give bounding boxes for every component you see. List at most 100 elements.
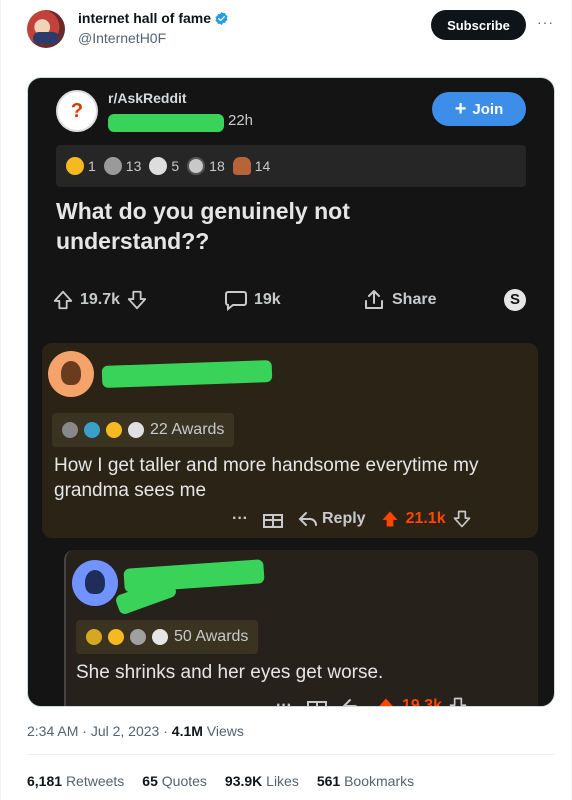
comment-card-reply: 50 Awards She shrinks and her eyes get w…	[64, 550, 538, 707]
separator: ·	[163, 723, 168, 739]
tweet-timestamp: 2:34 AM · Jul 2, 2023 · 4.1M Views	[27, 723, 244, 739]
downvote-arrow-icon	[449, 697, 467, 706]
subreddit-icon: ?	[56, 90, 98, 132]
comment-vote-count: 19.3k	[401, 697, 443, 707]
reply-arrow-icon	[298, 512, 317, 526]
upvote-filled-icon	[382, 511, 398, 527]
post-comment-count: 19k	[254, 291, 281, 308]
downvote-arrow-icon	[453, 510, 470, 528]
award-count: 18	[209, 158, 225, 174]
post-vote-group: 19.7k	[52, 289, 148, 311]
comment-card: 22 Awards How I get taller and more hand…	[42, 343, 538, 538]
engagement-stats: 6,181 Retweets 65 Quotes 93.9K Likes 561…	[27, 773, 414, 789]
subscribe-button[interactable]: Subscribe	[431, 10, 526, 40]
author-avatar[interactable]	[27, 10, 65, 48]
tweet-media-image[interactable]: ? r/AskReddit 22h + Join 1 13 5 18 14 Wh…	[27, 77, 555, 707]
tweet-time: 2:34 AM	[27, 723, 79, 739]
likes-label: Likes	[266, 773, 299, 789]
commenter-avatar	[72, 560, 118, 606]
award-count: 1	[88, 158, 96, 174]
reply-label: Reply	[321, 510, 366, 527]
comment-text: She shrinks and her eyes get worse.	[76, 662, 384, 683]
award-icon	[84, 422, 100, 438]
quotes-label: Quotes	[161, 773, 207, 789]
tweet-time-link[interactable]: 2:34 AM · Jul 2, 2023	[27, 723, 159, 739]
author-handle[interactable]: @InternetH0F	[78, 30, 166, 46]
downvote-arrow-icon	[127, 290, 147, 310]
gold-award-icon	[106, 422, 122, 438]
comment-awards-label: 22 Awards	[150, 421, 225, 438]
separator: ·	[82, 723, 87, 739]
divider	[27, 754, 555, 755]
award-icon	[152, 629, 168, 645]
comment-actions: ··· 19.3k	[276, 696, 468, 707]
award-icon	[62, 422, 78, 438]
quotes-count: 65	[142, 773, 158, 789]
award-icon	[86, 629, 102, 645]
wholesome-award-icon	[128, 422, 144, 438]
more-options-icon[interactable]: ···	[537, 14, 554, 30]
award-gift-icon	[306, 701, 327, 706]
comment-bubble-icon	[225, 291, 247, 311]
comment-awards-label: 50 Awards	[174, 628, 249, 645]
reply-group: Reply	[298, 510, 366, 528]
plus-icon: +	[454, 98, 467, 120]
reply-arrow-icon	[342, 699, 358, 706]
commenter-avatar	[48, 351, 94, 397]
gold-award-icon	[108, 629, 124, 645]
comment-vote-count: 21.1k	[405, 510, 446, 527]
author-name-row[interactable]: internet hall of fame	[78, 10, 229, 26]
tweet-card: internet hall of fame @InternetH0F Subsc…	[0, 0, 572, 800]
comment-awards-pill: 50 Awards	[76, 620, 259, 654]
comment-text: How I get taller and more handsome every…	[54, 455, 479, 501]
bookmarks-label: Bookmarks	[344, 773, 415, 789]
likes-stat[interactable]: 93.9K Likes	[225, 773, 299, 789]
views-count: 4.1M	[171, 723, 203, 739]
award-item: 1	[66, 157, 96, 175]
silver-award-icon	[187, 157, 206, 175]
award-item: 18	[187, 157, 225, 175]
retweets-label: Retweets	[65, 773, 125, 789]
upvote-filled-icon	[379, 698, 393, 706]
award-item: 5	[149, 157, 179, 175]
retweets-count: 6,181	[27, 773, 63, 789]
snoo-icon	[61, 361, 81, 385]
tweet-date: Jul 2, 2023	[90, 723, 160, 739]
post-share-group: Share	[362, 288, 436, 312]
silver-award-icon: S	[504, 289, 526, 311]
bookmarks-stat[interactable]: 561 Bookmarks	[317, 773, 414, 789]
redaction-mark	[101, 360, 273, 388]
snoo-icon	[85, 570, 105, 594]
join-label: Join	[472, 100, 504, 118]
post-title: What do you genuinely not understand??	[56, 198, 350, 254]
award-gift-icon	[262, 514, 283, 528]
poop-award-icon	[232, 157, 251, 175]
author-display-name[interactable]: internet hall of fame	[78, 10, 211, 26]
views-label: Views	[206, 723, 244, 739]
comment-actions: ··· Reply 21.1k	[232, 509, 472, 529]
retweets-stat[interactable]: 6,181 Retweets	[27, 773, 124, 789]
share-icon	[365, 290, 383, 309]
subreddit-name: r/AskReddit	[108, 90, 187, 106]
comment-vote-group: 21.1k	[380, 509, 472, 529]
post-awards-bar: 1 13 5 18 14	[56, 145, 526, 187]
redaction-mark	[108, 114, 224, 132]
gold-award-icon	[66, 157, 84, 175]
comment-more-icon: ···	[276, 697, 292, 707]
award-count: 14	[254, 158, 271, 174]
helpful-award-icon	[103, 157, 122, 175]
award-count: 13	[125, 158, 142, 174]
likes-count: 93.9K	[224, 773, 263, 789]
comment-vote-group: 19.3k	[376, 696, 468, 707]
upvote-arrow-icon	[53, 290, 73, 310]
quotes-stat[interactable]: 65 Quotes	[142, 773, 207, 789]
bookmarks-count: 561	[316, 773, 341, 789]
comment-more-icon: ···	[232, 510, 248, 527]
award-icon	[130, 629, 146, 645]
award-count: 5	[171, 158, 180, 174]
post-action-row: 19.7k 19k Share S	[52, 285, 532, 315]
award-item: 13	[103, 157, 142, 175]
verified-badge-icon	[215, 11, 228, 25]
post-vote-count: 19.7k	[80, 291, 121, 308]
join-button: + Join	[432, 92, 526, 126]
